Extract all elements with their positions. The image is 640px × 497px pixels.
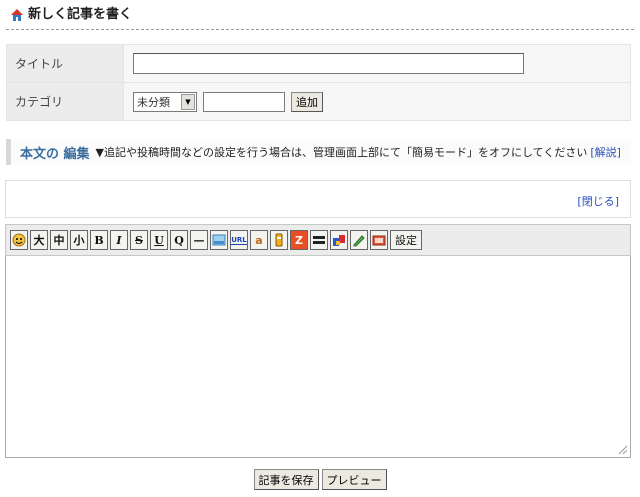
emoji-icon[interactable] — [10, 230, 28, 250]
image-icon[interactable] — [210, 230, 228, 250]
close-panel-link[interactable]: [閉じる] — [577, 193, 619, 209]
add-category-button[interactable]: 追加 — [291, 91, 323, 112]
bold-button[interactable]: B — [90, 230, 108, 250]
category-label: カテゴリ — [6, 82, 124, 121]
category-select[interactable]: 未分類 ▼ — [133, 91, 197, 112]
title-input[interactable] — [133, 53, 524, 74]
zip-icon-label: Z — [295, 233, 303, 247]
edit-section-title: 本文の 編集 — [20, 146, 90, 162]
page-title: 新しく記事を書く — [28, 7, 133, 22]
file-icon[interactable] — [270, 230, 288, 250]
more-icon[interactable] — [310, 230, 328, 250]
strike-button[interactable]: S — [130, 230, 148, 250]
post-form: タイトル カテゴリ 未分類 ▼ 追加 — [6, 44, 631, 121]
pcs-icon[interactable] — [370, 230, 388, 250]
amazon-icon[interactable]: a — [250, 230, 268, 250]
help-link[interactable]: [解説] — [590, 144, 621, 160]
home-icon — [11, 9, 23, 21]
new-category-input[interactable] — [203, 91, 285, 112]
preview-button[interactable]: プレビュー — [321, 469, 387, 490]
body-editor[interactable] — [5, 256, 631, 458]
edit-section-note: ▼追記や投稿時間などの設定を行う場合は、管理画面上部にて「簡易モード」をオフにし… — [95, 146, 588, 159]
category-select-value: 未分類 — [137, 95, 170, 109]
chevron-down-icon[interactable]: ▼ — [181, 93, 195, 110]
save-button[interactable]: 記事を保存 — [253, 469, 319, 490]
url-icon[interactable]: URL — [230, 230, 248, 250]
page-header: 新しく記事を書く — [6, 6, 634, 30]
zip-icon[interactable]: Z — [290, 230, 308, 250]
editor-toolbar: 大 中 小 B I S U Q — URL a Z 設定 — [5, 224, 631, 256]
emoji-panel: [閉じる] — [5, 180, 631, 218]
resize-grip-icon[interactable] — [618, 445, 628, 455]
form-actions: 記事を保存 プレビュー — [0, 469, 640, 490]
amazon-icon-label: a — [255, 233, 263, 247]
italic-button[interactable]: I — [110, 230, 128, 250]
url-icon-label: URL — [231, 235, 247, 245]
settings-button[interactable]: 設定 — [390, 230, 422, 250]
size-small-button[interactable]: 小 — [70, 230, 88, 250]
underline-button[interactable]: U — [150, 230, 168, 250]
size-large-button[interactable]: 大 — [30, 230, 48, 250]
size-medium-button[interactable]: 中 — [50, 230, 68, 250]
color-icon[interactable] — [330, 230, 348, 250]
hr-button[interactable]: — — [190, 230, 208, 250]
pen-icon[interactable] — [350, 230, 368, 250]
title-label: タイトル — [6, 44, 124, 83]
edit-section-heading: 本文の 編集 ▼追記や投稿時間などの設定を行う場合は、管理画面上部にて「簡易モー… — [6, 139, 631, 165]
quote-button[interactable]: Q — [170, 230, 188, 250]
